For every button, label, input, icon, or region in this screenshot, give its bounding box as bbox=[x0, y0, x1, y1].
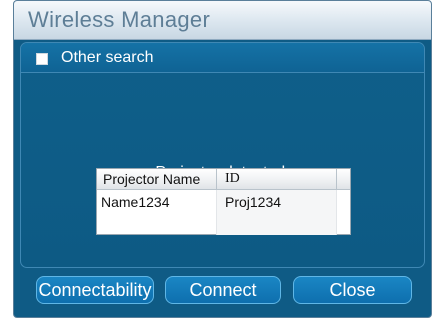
table-row[interactable]: Name1234 Proj1234 bbox=[97, 190, 350, 214]
other-search-checkbox[interactable] bbox=[36, 53, 48, 65]
close-button[interactable]: Close bbox=[293, 276, 412, 304]
column-header-projector-name[interactable]: Projector Name bbox=[97, 169, 217, 189]
button-bar: Connectability Connect Close bbox=[14, 269, 431, 317]
search-option-bar: Other search bbox=[21, 43, 424, 73]
table-header: Projector Name ID bbox=[97, 169, 350, 190]
other-search-label[interactable]: Other search bbox=[61, 49, 153, 67]
column-header-extra bbox=[337, 169, 352, 189]
window-title: Wireless Manager bbox=[28, 7, 211, 32]
cell-projector-name bbox=[97, 214, 217, 235]
cell-id: Proj1234 bbox=[217, 190, 337, 214]
column-header-id[interactable]: ID bbox=[217, 169, 337, 189]
connect-button[interactable]: Connect bbox=[165, 276, 281, 304]
title-bar[interactable]: Wireless Manager bbox=[14, 1, 431, 40]
table-row[interactable] bbox=[97, 214, 350, 235]
wireless-manager-window: Wireless Manager Other search Projector … bbox=[13, 0, 432, 318]
cell-id bbox=[217, 214, 337, 235]
cell-projector-name: Name1234 bbox=[97, 190, 217, 214]
projector-table: Projector Name ID Name1234 Proj1234 bbox=[96, 168, 351, 235]
connectability-button[interactable]: Connectability bbox=[36, 276, 154, 304]
